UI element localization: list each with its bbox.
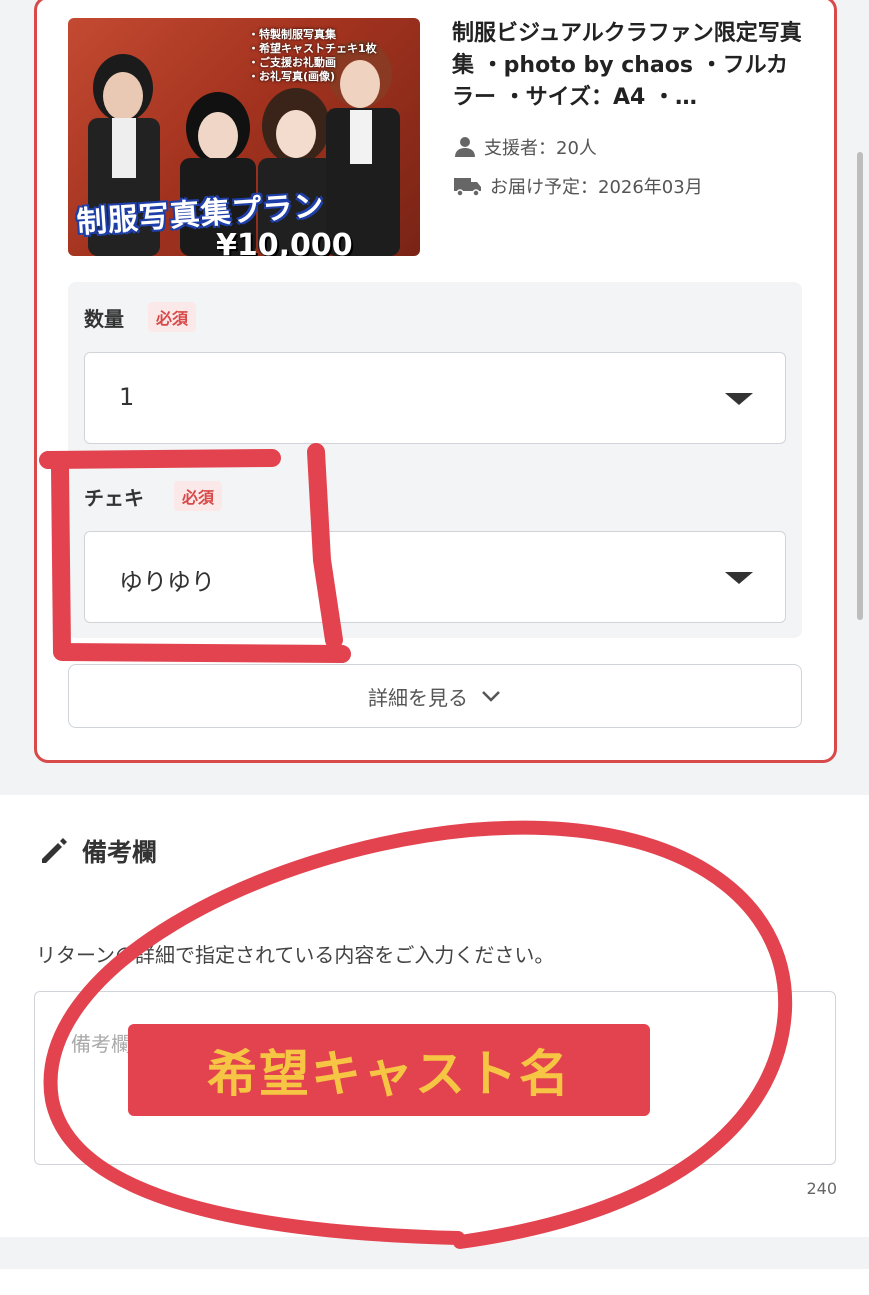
supporters-count: 支援者：20人 — [484, 138, 597, 159]
reward-image[interactable]: ・特製制服写真集 ・希望キャストチェキ1枚 ・ご支援お礼動画 ・お礼写真(画像)… — [68, 18, 420, 256]
remarks-title: 備考欄 — [82, 838, 158, 867]
remarks-section: 備考欄 リターンの詳細で指定されている内容をご入力ください。 備考欄にご入力くだ… — [0, 795, 869, 1237]
required-badge: 必須 — [148, 302, 197, 332]
cheki-label: チェキ — [84, 486, 144, 510]
caret-down-icon — [725, 572, 753, 584]
quantity-select[interactable]: 1 — [84, 352, 786, 444]
caret-down-icon — [725, 393, 753, 405]
delivery-date: お届け予定：2026年03月 — [490, 177, 703, 198]
footer-bottom — [0, 1269, 869, 1295]
view-details-label: 詳細を見る — [368, 685, 468, 710]
reward-image-price: ¥10,000 — [216, 228, 353, 256]
scrollbar[interactable] — [857, 152, 863, 620]
char-counter: 240 — [806, 1179, 837, 1198]
annotation-banner: 希望キャスト名 — [128, 1024, 650, 1116]
delivery-row: お届け予定：2026年03月 — [454, 173, 703, 199]
quantity-label: 数量 — [84, 307, 124, 331]
supporters-row: 支援者：20人 — [454, 134, 597, 160]
pencil-icon — [42, 838, 67, 863]
reward-title: 制服ビジュアルクラファン限定写真集 ・photo by chaos ・フルカラー… — [452, 21, 802, 110]
truck-icon — [454, 178, 481, 197]
remarks-description: リターンの詳細で指定されている内容をご入力ください。 — [36, 943, 555, 967]
person-icon — [455, 137, 475, 157]
cheki-select[interactable]: ゆりゆり — [84, 531, 786, 623]
quantity-value: 1 — [119, 383, 135, 411]
cheki-value: ゆりゆり — [119, 568, 215, 596]
reward-image-bullets: ・特製制服写真集 ・希望キャストチェキ1枚 ・ご支援お礼動画 ・お礼写真(画像) — [248, 28, 377, 83]
chevron-down-icon — [482, 691, 500, 702]
view-details-button[interactable]: 詳細を見る — [68, 664, 802, 728]
required-badge: 必須 — [174, 481, 223, 511]
footer-strip — [0, 1237, 869, 1269]
remarks-heading: 備考欄 — [38, 833, 157, 869]
